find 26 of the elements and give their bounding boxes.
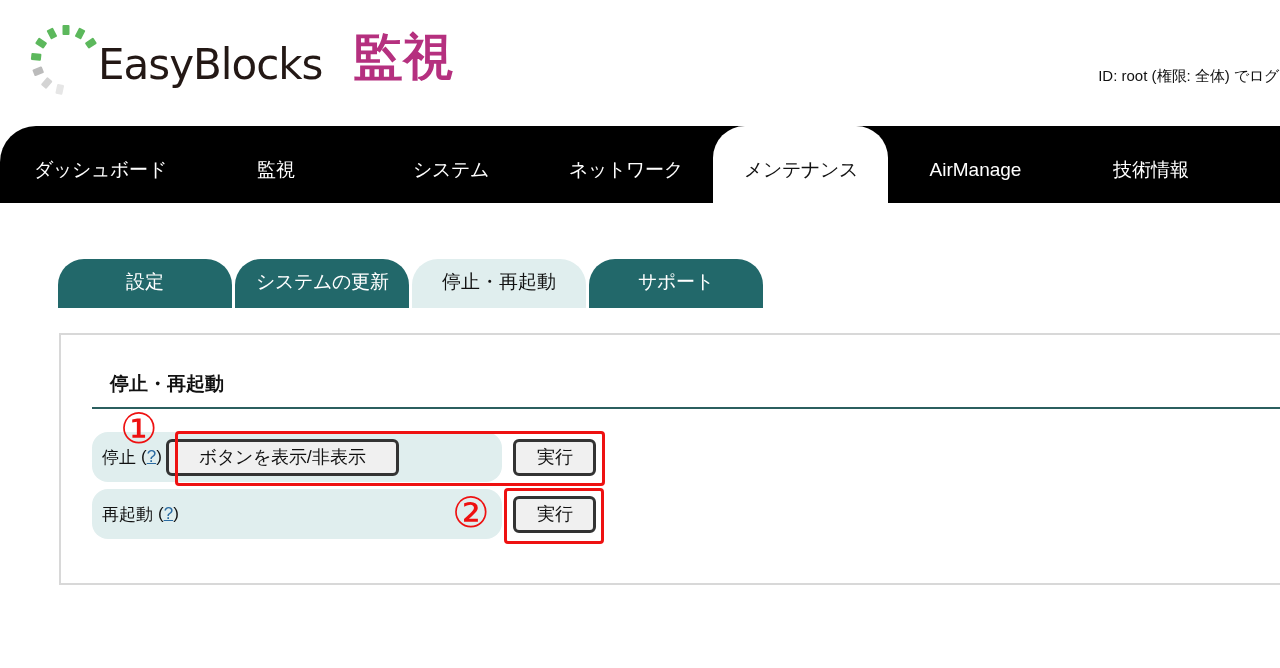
setting-label: 再起動 bbox=[102, 503, 153, 526]
nav-tab[interactable]: AirManage bbox=[888, 126, 1063, 203]
sub-tab[interactable]: 停止・再起動 bbox=[412, 259, 586, 308]
login-info: ID: root (権限: 全体) でログ bbox=[1098, 67, 1279, 86]
sub-tab[interactable]: 設定 bbox=[58, 259, 232, 308]
nav-tab[interactable]: メンテナンス bbox=[713, 126, 888, 203]
paren-text: ) bbox=[156, 447, 162, 467]
execute-button[interactable]: 実行 bbox=[513, 495, 596, 533]
annotation-number: ② bbox=[452, 492, 490, 534]
section-heading: 停止・再起動 bbox=[92, 371, 1280, 409]
logo-text: EasyBlocks bbox=[98, 39, 323, 89]
paren-text: ( bbox=[141, 447, 147, 467]
paren-text: ( bbox=[158, 504, 164, 524]
nav-tab[interactable]: ネットワーク bbox=[538, 126, 713, 203]
nav-tab[interactable]: システム bbox=[363, 126, 538, 203]
nav-tab[interactable]: ダッシュボード bbox=[13, 126, 188, 203]
page-title: 監視 bbox=[352, 27, 453, 87]
paren-text: ) bbox=[173, 504, 179, 524]
help-link[interactable]: ? bbox=[163, 504, 174, 524]
sub-tab[interactable]: システムの更新 bbox=[235, 259, 409, 308]
nav-tab[interactable]: 監視 bbox=[188, 126, 363, 203]
toggle-button[interactable]: ボタンを表示/非表示 bbox=[165, 438, 399, 476]
execute-button[interactable]: 実行 bbox=[513, 438, 596, 476]
nav-tab[interactable]: 技術情報 bbox=[1063, 126, 1238, 203]
sub-tab[interactable]: サポート bbox=[589, 259, 763, 308]
help-link[interactable]: ? bbox=[146, 447, 157, 467]
